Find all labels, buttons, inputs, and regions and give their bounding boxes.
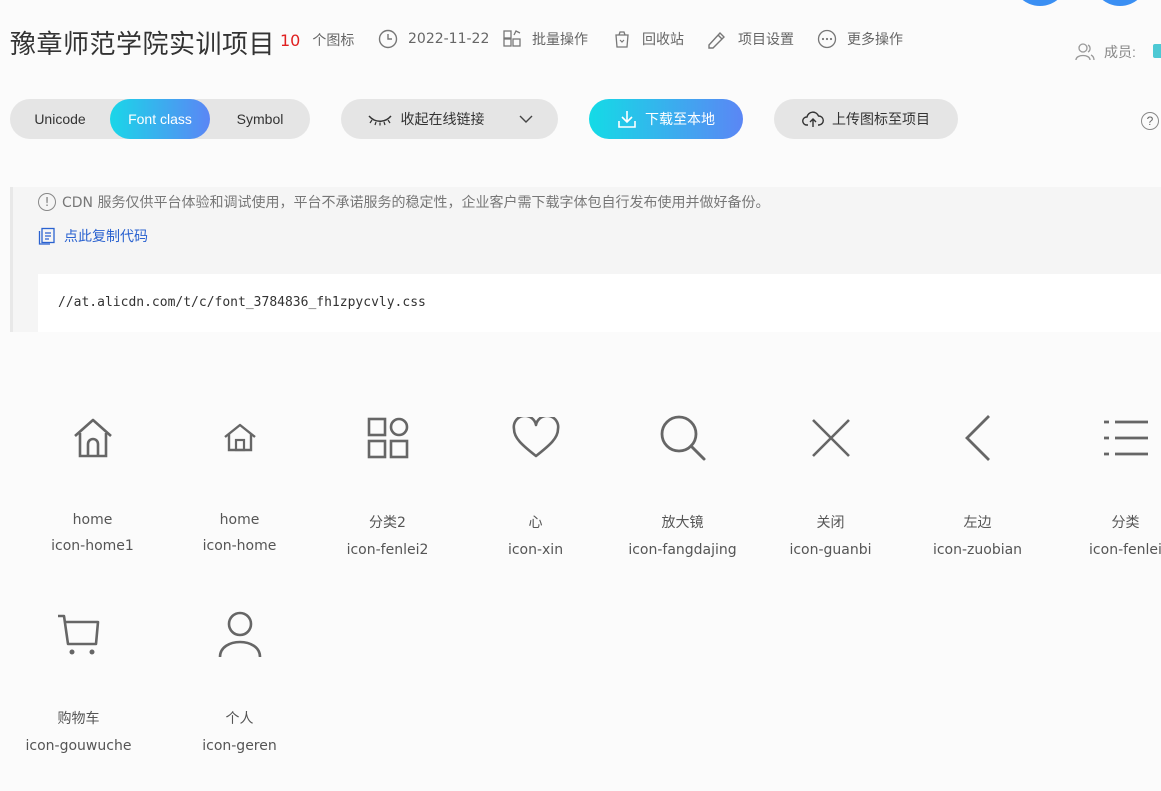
- user-icon: [218, 611, 261, 658]
- info-icon: !: [38, 193, 56, 211]
- icon-count-label: 个图标: [312, 33, 355, 49]
- download-button[interactable]: 下载至本地: [589, 99, 743, 139]
- members-icon: [1075, 43, 1095, 61]
- more-label: 更多操作: [847, 32, 903, 48]
- icon-class: icon-home1: [51, 538, 134, 554]
- pencil-icon: [708, 31, 725, 49]
- member-avatar[interactable]: [1092, 0, 1148, 6]
- icon-name: 心: [528, 515, 543, 531]
- icon-name: home: [72, 512, 113, 528]
- project-settings-button[interactable]: 项目设置: [706, 29, 794, 49]
- icon-class: icon-gouwuche: [25, 738, 132, 754]
- search-icon: [660, 415, 705, 461]
- tab-symbol[interactable]: Symbol: [210, 99, 310, 139]
- more-dots-icon: [817, 29, 837, 49]
- copy-icon: [38, 227, 55, 245]
- created-date: 2022-11-22: [378, 29, 489, 49]
- help-icon[interactable]: ?: [1141, 112, 1159, 130]
- member-badge-icon: [1153, 44, 1161, 58]
- code-type-switcher: Unicode Font class Symbol: [10, 99, 310, 139]
- collapse-online-link-button[interactable]: 收起在线链接: [341, 99, 558, 139]
- members[interactable]: 成员:: [1074, 42, 1136, 62]
- date-text: 2022-11-22: [408, 31, 490, 47]
- closed-eye-icon: [367, 115, 392, 126]
- cdn-notice-text: CDN 服务仅供平台体验和调试使用，平台不承诺服务的稳定性，企业客户需下载字体包…: [62, 195, 770, 211]
- batch-label: 批量操作: [532, 32, 588, 48]
- icon-card[interactable]: 关闭 icon-guanbi: [757, 408, 904, 558]
- heart-icon: [512, 417, 559, 458]
- batch-operation-button[interactable]: 批量操作: [502, 29, 588, 49]
- list-icon: [1103, 420, 1148, 456]
- member-avatar[interactable]: [1012, 0, 1068, 6]
- project-title: 豫章师范学院实训项目: [10, 30, 276, 60]
- icon-name: 购物车: [57, 711, 100, 727]
- tab-unicode[interactable]: Unicode: [10, 99, 110, 139]
- icon-card[interactable]: 左边 icon-zuobian: [904, 408, 1051, 558]
- icon-card[interactable]: 分类 icon-fenlei: [1052, 408, 1161, 558]
- collapse-label: 收起在线链接: [400, 112, 485, 128]
- icon-class: icon-fenlei2: [346, 542, 429, 558]
- icon-card[interactable]: 分类2 icon-fenlei2: [314, 408, 461, 558]
- batch-icon: [503, 30, 521, 47]
- icon-class: icon-geren: [202, 738, 277, 754]
- home-small-icon: [223, 423, 256, 452]
- trash-icon: [615, 31, 629, 48]
- recycle-label: 回收站: [642, 32, 684, 48]
- close-icon: [811, 419, 850, 457]
- home-icon: [73, 418, 112, 458]
- copy-code-link[interactable]: 点此复制代码: [38, 226, 148, 246]
- icon-card[interactable]: home icon-home: [166, 408, 313, 554]
- icon-class: icon-fenlei: [1089, 542, 1161, 558]
- clock-icon: [378, 29, 398, 49]
- icon-card[interactable]: 购物车 icon-gouwuche: [5, 604, 152, 754]
- icon-class: icon-xin: [507, 542, 564, 558]
- tab-font-class[interactable]: Font class: [110, 99, 210, 139]
- copy-label: 点此复制代码: [64, 229, 148, 245]
- upload-button[interactable]: 上传图标至项目: [774, 99, 958, 139]
- settings-label: 项目设置: [738, 32, 794, 48]
- recycle-bin-button[interactable]: 回收站: [612, 29, 684, 49]
- code-box[interactable]: //at.alicdn.com/t/c/font_3784836_fh1zpyc…: [38, 274, 1161, 332]
- download-label: 下载至本地: [645, 112, 715, 128]
- icon-name: home: [219, 512, 260, 528]
- icon-count-number: 10: [280, 30, 301, 50]
- cart-icon: [57, 614, 99, 655]
- members-label: 成员:: [1104, 44, 1136, 60]
- icon-name: 放大镜: [661, 515, 704, 531]
- chevron-down-icon: [519, 115, 532, 123]
- icon-card[interactable]: 个人 icon-geren: [166, 604, 313, 754]
- icon-class: icon-zuobian: [932, 542, 1023, 558]
- icon-name: 个人: [225, 711, 254, 727]
- cdn-notice: ! CDN 服务仅供平台体验和调试使用，平台不承诺服务的稳定性，企业客户需下载字…: [38, 192, 769, 212]
- cloud-upload-icon: [802, 111, 824, 127]
- icon-name: 左边: [963, 515, 992, 531]
- icon-card[interactable]: 心 icon-xin: [462, 408, 609, 558]
- more-actions-button[interactable]: 更多操作: [817, 29, 903, 49]
- icon-card[interactable]: 放大镜 icon-fangdajing: [609, 408, 756, 558]
- category-grid-icon: [367, 417, 408, 459]
- chevron-left-icon: [964, 415, 990, 461]
- icon-class: icon-home: [202, 538, 277, 554]
- download-icon: [618, 111, 636, 128]
- icon-count: 10 个图标: [280, 30, 354, 50]
- upload-label: 上传图标至项目: [832, 112, 930, 128]
- icon-class: icon-guanbi: [789, 542, 872, 558]
- icon-name: 分类2: [369, 515, 406, 531]
- cdn-url[interactable]: //at.alicdn.com/t/c/font_3784836_fh1zpyc…: [58, 295, 426, 310]
- icon-class: icon-fangdajing: [628, 542, 737, 558]
- icon-name: 分类: [1111, 515, 1140, 531]
- icon-card[interactable]: home icon-home1: [19, 408, 166, 554]
- icon-name: 关闭: [816, 515, 845, 531]
